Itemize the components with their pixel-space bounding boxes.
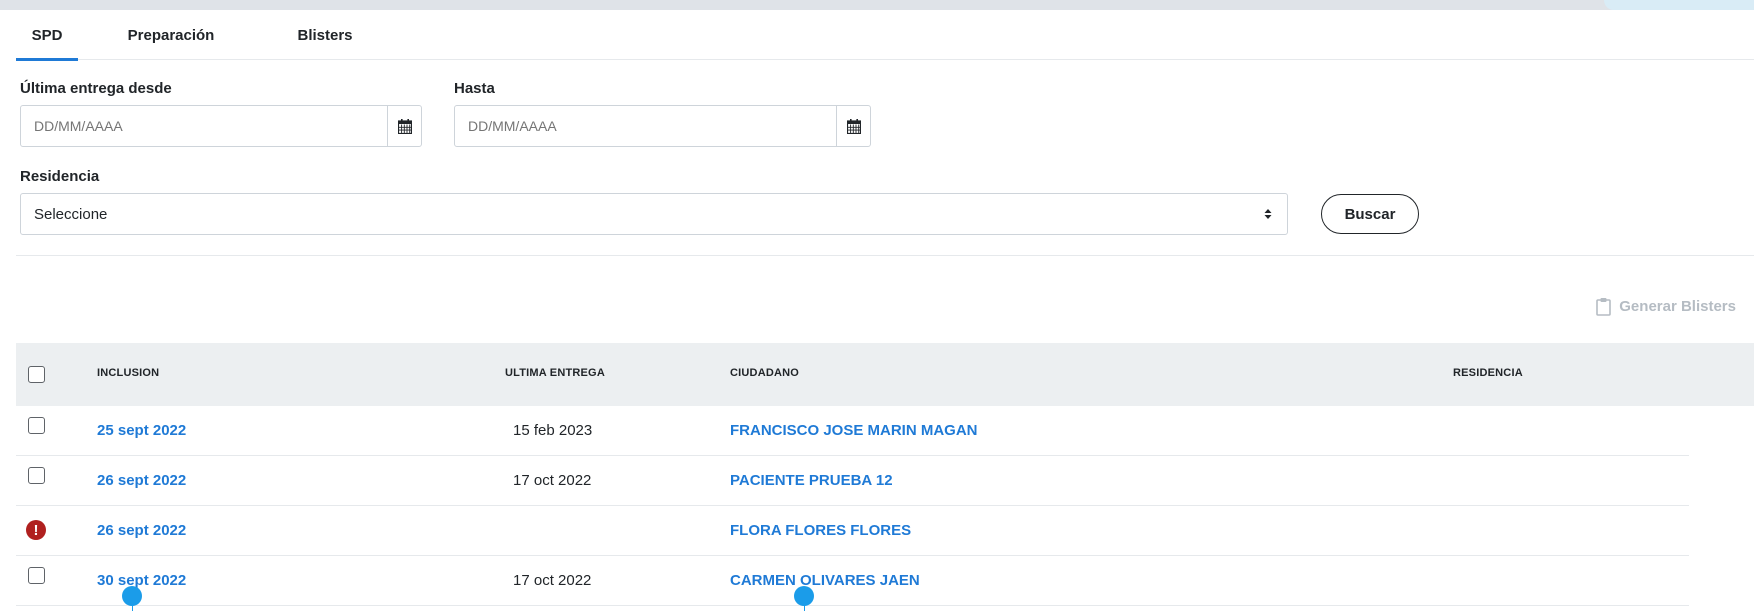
tab-blisters[interactable]: Blisters — [264, 10, 386, 60]
generate-blisters-label: Generar Blisters — [1619, 298, 1736, 315]
desde-date-group — [20, 105, 422, 147]
calendar-icon — [397, 118, 412, 134]
residencia-select-value: Seleccione — [34, 205, 108, 223]
table-row: 26 sept 2022 17 oct 2022 PACIENTE PRUEBA… — [16, 456, 1689, 506]
column-header-residencia[interactable]: RESIDENCIA — [1453, 367, 1523, 379]
ultima-entrega-cell: 17 oct 2022 — [513, 472, 592, 489]
clipboard-icon — [1596, 298, 1612, 316]
ultima-entrega-cell: 15 feb 2023 — [513, 422, 593, 439]
table-row: 30 sept 2022 17 oct 2022 CARMEN OLIVARES… — [16, 556, 1689, 606]
tab-preparacion[interactable]: Preparación — [78, 10, 264, 60]
hasta-label: Hasta — [454, 80, 495, 97]
inclusion-date-link[interactable]: 30 sept 2022 — [97, 572, 186, 589]
ciudadano-link[interactable]: PACIENTE PRUEBA 12 — [730, 472, 893, 489]
tab-bar: SPD Preparación Blisters — [16, 10, 1754, 61]
table-row: ! 26 sept 2022 FLORA FLORES FLORES — [16, 506, 1689, 556]
column-header-ultima-entrega[interactable]: ULTIMA ENTREGA — [505, 367, 605, 379]
top-decoration — [1604, 0, 1754, 10]
desde-label: Última entrega desde — [20, 80, 172, 97]
ciudadano-link[interactable]: FRANCISCO JOSE MARIN MAGAN — [730, 422, 978, 439]
residencia-select[interactable]: Seleccione — [20, 193, 1288, 235]
cursor-marker-tail — [132, 603, 133, 611]
filters-divider — [16, 255, 1754, 256]
row-checkbox[interactable] — [28, 567, 45, 584]
row-checkbox[interactable] — [28, 467, 45, 484]
search-button[interactable]: Buscar — [1321, 194, 1419, 234]
sort-arrows-icon — [1264, 209, 1272, 219]
column-header-ciudadano[interactable]: CIUDADANO — [730, 367, 799, 379]
desde-date-input[interactable] — [21, 106, 387, 146]
table-row: 25 sept 2022 15 feb 2023 FRANCISCO JOSE … — [16, 406, 1689, 456]
calendar-icon — [846, 118, 861, 134]
exclamation-circle-icon: ! — [26, 520, 46, 540]
desde-calendar-button[interactable] — [387, 106, 421, 146]
residencia-label: Residencia — [20, 168, 100, 185]
inclusion-date-link[interactable]: 26 sept 2022 — [97, 472, 186, 489]
row-checkbox[interactable] — [28, 417, 45, 434]
cursor-marker-tail — [804, 603, 805, 611]
top-border — [0, 0, 1754, 10]
ultima-entrega-cell: 17 oct 2022 — [513, 572, 592, 589]
column-header-inclusion[interactable]: INCLUSION — [97, 367, 159, 379]
ciudadano-link[interactable]: FLORA FLORES FLORES — [730, 522, 911, 539]
generate-blisters-button[interactable]: Generar Blisters — [1596, 297, 1736, 316]
hasta-calendar-button[interactable] — [836, 106, 870, 146]
hasta-date-input[interactable] — [455, 106, 836, 146]
hasta-date-group — [454, 105, 871, 147]
tab-spd[interactable]: SPD — [16, 10, 78, 61]
table-header: INCLUSION ULTIMA ENTREGA CIUDADANO RESID… — [16, 343, 1754, 406]
inclusion-date-link[interactable]: 26 sept 2022 — [97, 522, 186, 539]
select-all-checkbox[interactable] — [28, 366, 45, 383]
inclusion-date-link[interactable]: 25 sept 2022 — [97, 422, 186, 439]
ciudadano-link[interactable]: CARMEN OLIVARES JAEN — [730, 572, 920, 589]
